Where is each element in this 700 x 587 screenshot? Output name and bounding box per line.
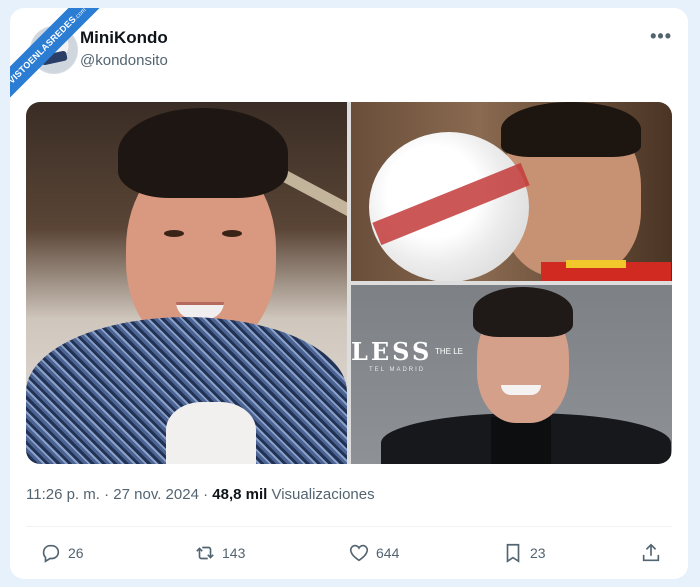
divider <box>26 526 672 527</box>
photo-bottom-right[interactable]: LESS TEL MADRID THE LE <box>351 285 672 464</box>
views-label: Visualizaciones <box>271 486 375 503</box>
retweet-count: 143 <box>222 545 246 561</box>
like-button[interactable]: 644 <box>348 536 399 570</box>
action-bar: 26 143 644 23 <box>26 536 672 570</box>
tweet-card: VISTOENLASREDES.com MiniKondo @kondonsit… <box>10 8 688 579</box>
more-options-icon[interactable]: ••• <box>650 26 672 47</box>
meta-separator-2: · <box>203 486 209 503</box>
bookmark-icon <box>506 543 520 563</box>
media-grid: LESS TEL MADRID THE LE <box>26 102 672 464</box>
sign-logo: THE LE <box>435 347 464 356</box>
retweet-icon <box>196 546 214 560</box>
photo-left[interactable] <box>26 102 347 464</box>
tweet-meta: 11:26 p. m. · 27 nov. 2024 · 48,8 mil Vi… <box>26 486 375 503</box>
reply-button[interactable]: 26 <box>40 536 84 570</box>
photo-top-right[interactable] <box>351 102 672 281</box>
retweet-button[interactable]: 143 <box>194 536 245 570</box>
reply-count: 26 <box>68 545 84 561</box>
meta-separator: · <box>104 486 110 503</box>
watermark-ribbon: VISTOENLASREDES.com <box>10 8 120 118</box>
sign-text: LESS <box>351 337 433 366</box>
tweet-date[interactable]: 27 nov. 2024 <box>113 486 199 503</box>
share-icon <box>642 543 660 562</box>
bookmark-count: 23 <box>530 545 546 561</box>
share-button[interactable] <box>640 536 662 570</box>
bookmark-button[interactable]: 23 <box>502 536 546 570</box>
watermark-text: VISTOENLASREDES <box>10 14 78 86</box>
views-count: 48,8 mil <box>212 486 268 503</box>
like-count: 644 <box>376 545 400 561</box>
watermark-suffix: .com <box>73 8 88 22</box>
heart-icon <box>349 544 369 562</box>
tweet-time[interactable]: 11:26 p. m. <box>26 486 100 503</box>
sign-subtext: TEL MADRID <box>369 367 426 373</box>
reply-icon <box>42 544 60 563</box>
